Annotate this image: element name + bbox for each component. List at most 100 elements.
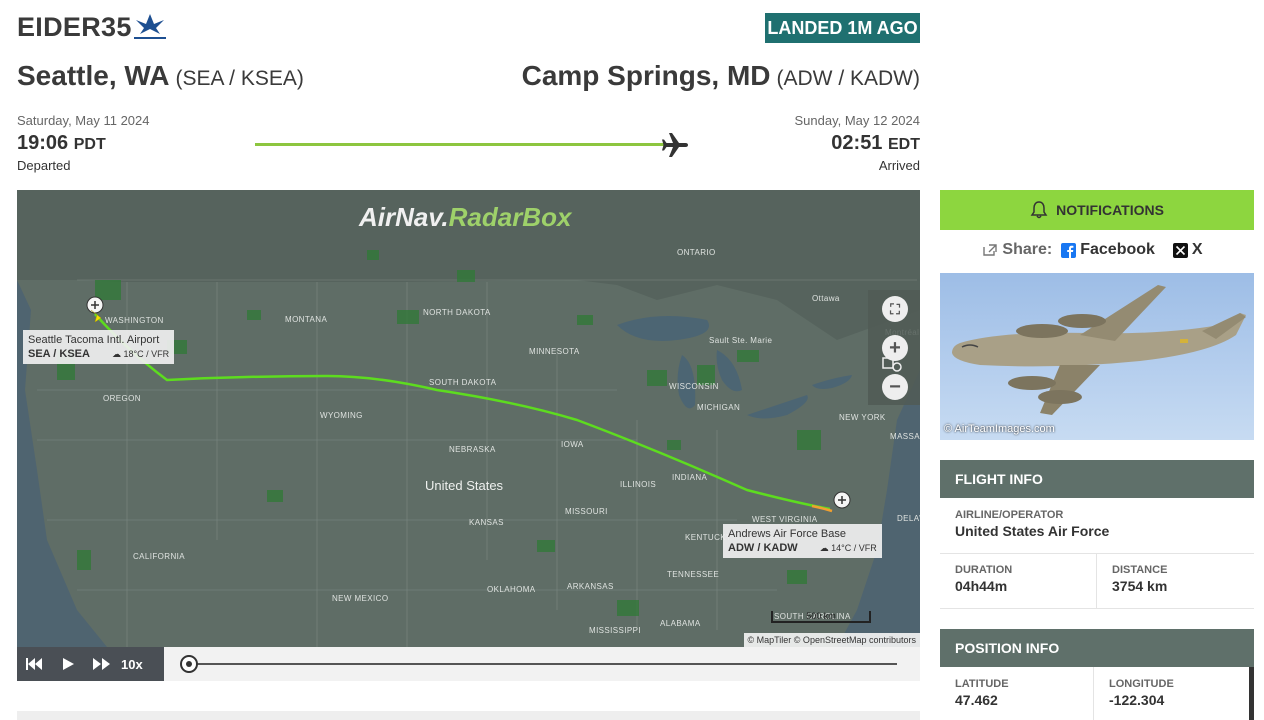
x-label: X xyxy=(1191,241,1203,258)
distance-cell: DISTANCE 3754 km xyxy=(1097,564,1167,594)
duration-cell: DURATION 04h44m xyxy=(940,564,1012,594)
map-region-label: NEBRASKA xyxy=(449,445,496,454)
info-divider xyxy=(940,553,1254,554)
departure-date: Saturday, May 11 2024 xyxy=(17,113,150,128)
distance-label: DISTANCE xyxy=(1112,564,1168,576)
us-air-force-logo-icon xyxy=(134,14,166,39)
map-region-label: TENNESSEE xyxy=(667,570,720,579)
photo-credit[interactable]: © AirTeamImages.com xyxy=(944,423,1055,435)
map-country-label: United States xyxy=(425,478,503,493)
destination-weather-text: 14°C / VFR xyxy=(831,543,877,553)
destination-airport-popup[interactable]: Andrews Air Force Base ADW / KADW ☁ 14°C … xyxy=(723,524,882,558)
destination-popup-weather: ☁ 14°C / VFR xyxy=(819,543,877,553)
replay-timeline[interactable] xyxy=(187,663,897,665)
map-region-label: MISSISSIPPI xyxy=(589,626,641,635)
map-region-label: MICHIGAN xyxy=(697,403,741,412)
destination-popup-name: Andrews Air Force Base xyxy=(728,528,846,540)
share-facebook-link[interactable]: Facebook xyxy=(1061,241,1155,259)
arrival-date: Sunday, May 12 2024 xyxy=(794,113,920,128)
map-attribution[interactable]: © MapTiler © OpenStreetMap contributors xyxy=(743,633,920,647)
origin-airport-popup[interactable]: Seattle Tacoma Intl. Airport SEA / KSEA ☁… xyxy=(23,330,175,364)
origin-weather-text: 18°C / VFR xyxy=(123,349,170,359)
map-region-label: WISCONSIN xyxy=(669,382,719,391)
facebook-icon xyxy=(1061,242,1077,258)
map-region-label: ILLINOIS xyxy=(620,480,657,489)
flight-progress-bar xyxy=(255,143,665,146)
flight-info-header: FLIGHT INFO xyxy=(940,460,1254,498)
zoom-out-button[interactable]: − xyxy=(882,374,908,400)
duration-value: 04h44m xyxy=(955,578,1008,594)
arrival-time-value: 02:51 xyxy=(831,132,883,154)
longitude-cell: LONGITUDE -122.304 xyxy=(1094,678,1174,708)
latitude-cell: LATITUDE 47.462 xyxy=(940,678,1009,708)
map-scale-bar: 500 km xyxy=(771,611,871,623)
player-controls: 10x xyxy=(17,647,164,681)
origin-airport-codes: (SEA / KSEA) xyxy=(175,67,304,90)
arrival-timezone: EDT xyxy=(888,136,920,153)
map-region-label: Ottawa xyxy=(812,294,840,303)
facebook-label: Facebook xyxy=(1080,241,1155,258)
playback-speed[interactable]: 10x xyxy=(121,657,143,672)
departure-timezone: PDT xyxy=(73,136,106,153)
destination-airport-codes: (ADW / KADW) xyxy=(776,67,920,90)
arrival-time: 02:51 EDT xyxy=(794,132,920,155)
origin-city: Seattle, WA (SEA / KSEA) xyxy=(17,60,304,92)
map-region-label: KANSAS xyxy=(469,518,504,527)
fast-forward-icon xyxy=(93,658,110,670)
info-divider xyxy=(940,608,1254,609)
airplane-icon xyxy=(662,133,688,157)
destination-city-name: Camp Springs, MD xyxy=(521,60,771,91)
layers-icon[interactable] xyxy=(881,355,903,373)
brand-part2: RadarBox xyxy=(448,202,572,232)
map-background xyxy=(17,190,920,647)
bottom-panel-edge xyxy=(17,711,920,720)
destination-airport-marker[interactable] xyxy=(833,491,851,509)
flight-status-badge: LANDED 1M AGO xyxy=(765,13,920,43)
map-region-label: MASSAC xyxy=(890,432,920,441)
longitude-label: LONGITUDE xyxy=(1109,678,1174,690)
distance-value: 3754 km xyxy=(1112,578,1168,594)
arrival-status: Arrived xyxy=(878,158,920,173)
notifications-button[interactable]: NOTIFICATIONS xyxy=(940,190,1254,230)
departure-status: Departed xyxy=(17,158,71,173)
flight-callsign: EIDER35 xyxy=(17,12,132,42)
share-x-link[interactable]: X xyxy=(1172,241,1203,259)
map-region-label: ARKANSAS xyxy=(567,582,614,591)
timeline-knob[interactable] xyxy=(180,655,198,673)
aircraft-illustration xyxy=(952,285,1246,415)
map-region-label: INDIANA xyxy=(672,473,708,482)
airline-operator-value: United States Air Force xyxy=(955,523,1110,539)
sidebar-scrollbar[interactable] xyxy=(1249,667,1254,720)
map-region-label: DELAWARE xyxy=(897,514,920,523)
share-icon xyxy=(983,244,998,256)
map-region-label: MONTANA xyxy=(285,315,328,324)
aircraft-photo[interactable]: © AirTeamImages.com xyxy=(940,273,1254,440)
skip-back-icon xyxy=(26,658,42,670)
arrival-block: Sunday, May 12 2024 02:51 EDT Arrived xyxy=(794,113,920,173)
departure-block: Saturday, May 11 2024 19:06 PDT Departed xyxy=(17,113,150,173)
origin-popup-weather: ☁ 18°C / VFR xyxy=(111,349,170,359)
map-region-label: WEST VIRGINIA xyxy=(752,515,818,524)
skip-back-button[interactable] xyxy=(17,647,51,681)
map-region-label: NEW YORK xyxy=(839,413,886,422)
share-label-group: Share: xyxy=(982,241,1052,259)
x-icon xyxy=(1172,242,1188,258)
map-region-label: MISSOURI xyxy=(565,507,608,516)
fast-forward-button[interactable] xyxy=(85,647,119,681)
country-label-text: United States xyxy=(425,478,504,493)
share-row: Share: Facebook X xyxy=(940,238,1254,262)
share-label: Share: xyxy=(1002,241,1053,258)
map-region-label: OKLAHOMA xyxy=(487,585,536,594)
play-button[interactable] xyxy=(51,647,85,681)
duration-label: DURATION xyxy=(955,564,1013,576)
play-icon xyxy=(63,658,74,670)
flight-map[interactable]: AirNav.RadarBox United States WASHINGTON… xyxy=(17,190,920,647)
map-region-label: SOUTH DAKOTA xyxy=(429,378,497,387)
map-region-label: Sault Ste. Marie xyxy=(709,336,773,345)
departure-time-value: 19:06 xyxy=(17,132,69,154)
position-info-header: POSITION INFO xyxy=(940,629,1254,667)
origin-popup-code: SEA / KSEA xyxy=(28,348,90,360)
map-region-label: IOWA xyxy=(561,440,584,449)
origin-city-name: Seattle, WA xyxy=(17,60,170,91)
fullscreen-icon[interactable]: ⛶ xyxy=(882,296,908,322)
